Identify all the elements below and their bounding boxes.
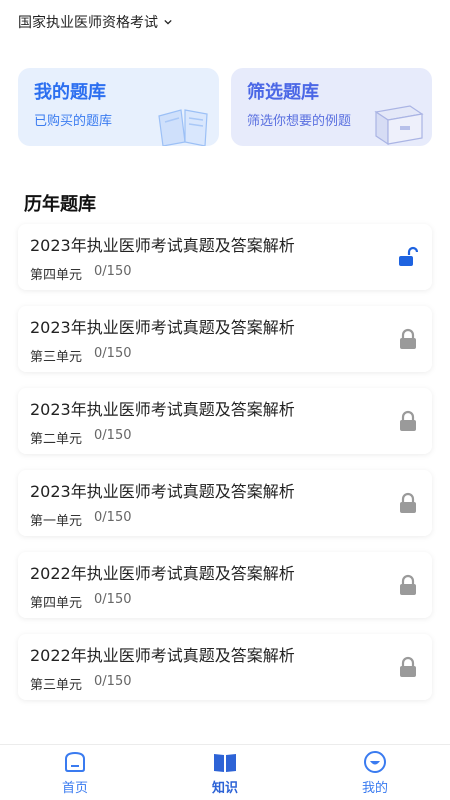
item-progress: 0/150 [94,592,132,607]
lock-icon [400,574,416,595]
box-illustration-icon [374,105,424,146]
item-progress: 0/150 [94,346,132,361]
item-unit: 第四单元 [30,596,83,611]
my-question-bank-card[interactable]: 我的题库 已购买的题库 [18,68,219,146]
smiley-icon [364,751,386,773]
book-icon [214,754,236,772]
lock-icon [400,328,416,349]
chevron-down-icon [164,19,172,25]
card-title: 筛选题库 [247,82,319,103]
list-item[interactable]: 2023年执业医师考试真题及答案解析 第一单元 0/150 [18,470,432,536]
section-title: 历年题库 [24,194,96,215]
exam-selector[interactable]: 国家执业医师资格考试 [18,12,172,32]
item-unit: 第四单元 [30,268,83,283]
lock-icon [400,656,416,677]
item-title: 2022年执业医师考试真题及答案解析 [30,646,295,665]
exam-title: 国家执业医师资格考试 [18,15,158,31]
home-icon [65,751,85,772]
tab-home[interactable]: 首页 [0,745,150,800]
question-bank-list: 2023年执业医师考试真题及答案解析 第四单元 0/150 2023年执业医师考试… [18,224,432,716]
book-illustration-icon [158,109,208,146]
item-progress: 0/150 [94,510,132,525]
item-progress: 0/150 [94,674,132,689]
tab-knowledge[interactable]: 知识 [150,745,300,800]
list-item[interactable]: 2023年执业医师考试真题及答案解析 第四单元 0/150 [18,224,432,290]
filter-question-bank-card[interactable]: 筛选题库 筛选你想要的例题 [231,68,432,146]
tab-label: 首页 [61,781,88,796]
item-unit: 第三单元 [30,678,83,693]
item-unit: 第一单元 [30,514,83,529]
tab-label: 知识 [211,781,238,796]
item-progress: 0/150 [94,428,132,443]
item-unit: 第三单元 [30,350,83,365]
item-title: 2023年执业医师考试真题及答案解析 [30,400,295,419]
item-title: 2023年执业医师考试真题及答案解析 [30,236,295,255]
lock-icon [400,410,416,431]
bottom-tab-bar: 首页 知识 我的 [0,744,450,800]
list-item[interactable]: 2022年执业医师考试真题及答案解析 第四单元 0/150 [18,552,432,618]
item-title: 2023年执业医师考试真题及答案解析 [30,318,295,337]
unlock-icon [399,246,418,266]
card-title: 我的题库 [34,82,106,103]
list-item[interactable]: 2023年执业医师考试真题及答案解析 第二单元 0/150 [18,388,432,454]
item-title: 2023年执业医师考试真题及答案解析 [30,482,295,501]
list-item[interactable]: 2023年执业医师考试真题及答案解析 第三单元 0/150 [18,306,432,372]
tab-label: 我的 [361,781,388,796]
lock-icon [400,492,416,513]
list-item[interactable]: 2022年执业医师考试真题及答案解析 第三单元 0/150 [18,634,432,700]
item-unit: 第二单元 [30,432,83,447]
item-progress: 0/150 [94,264,132,279]
item-title: 2022年执业医师考试真题及答案解析 [30,564,295,583]
tab-me[interactable]: 我的 [300,745,450,800]
